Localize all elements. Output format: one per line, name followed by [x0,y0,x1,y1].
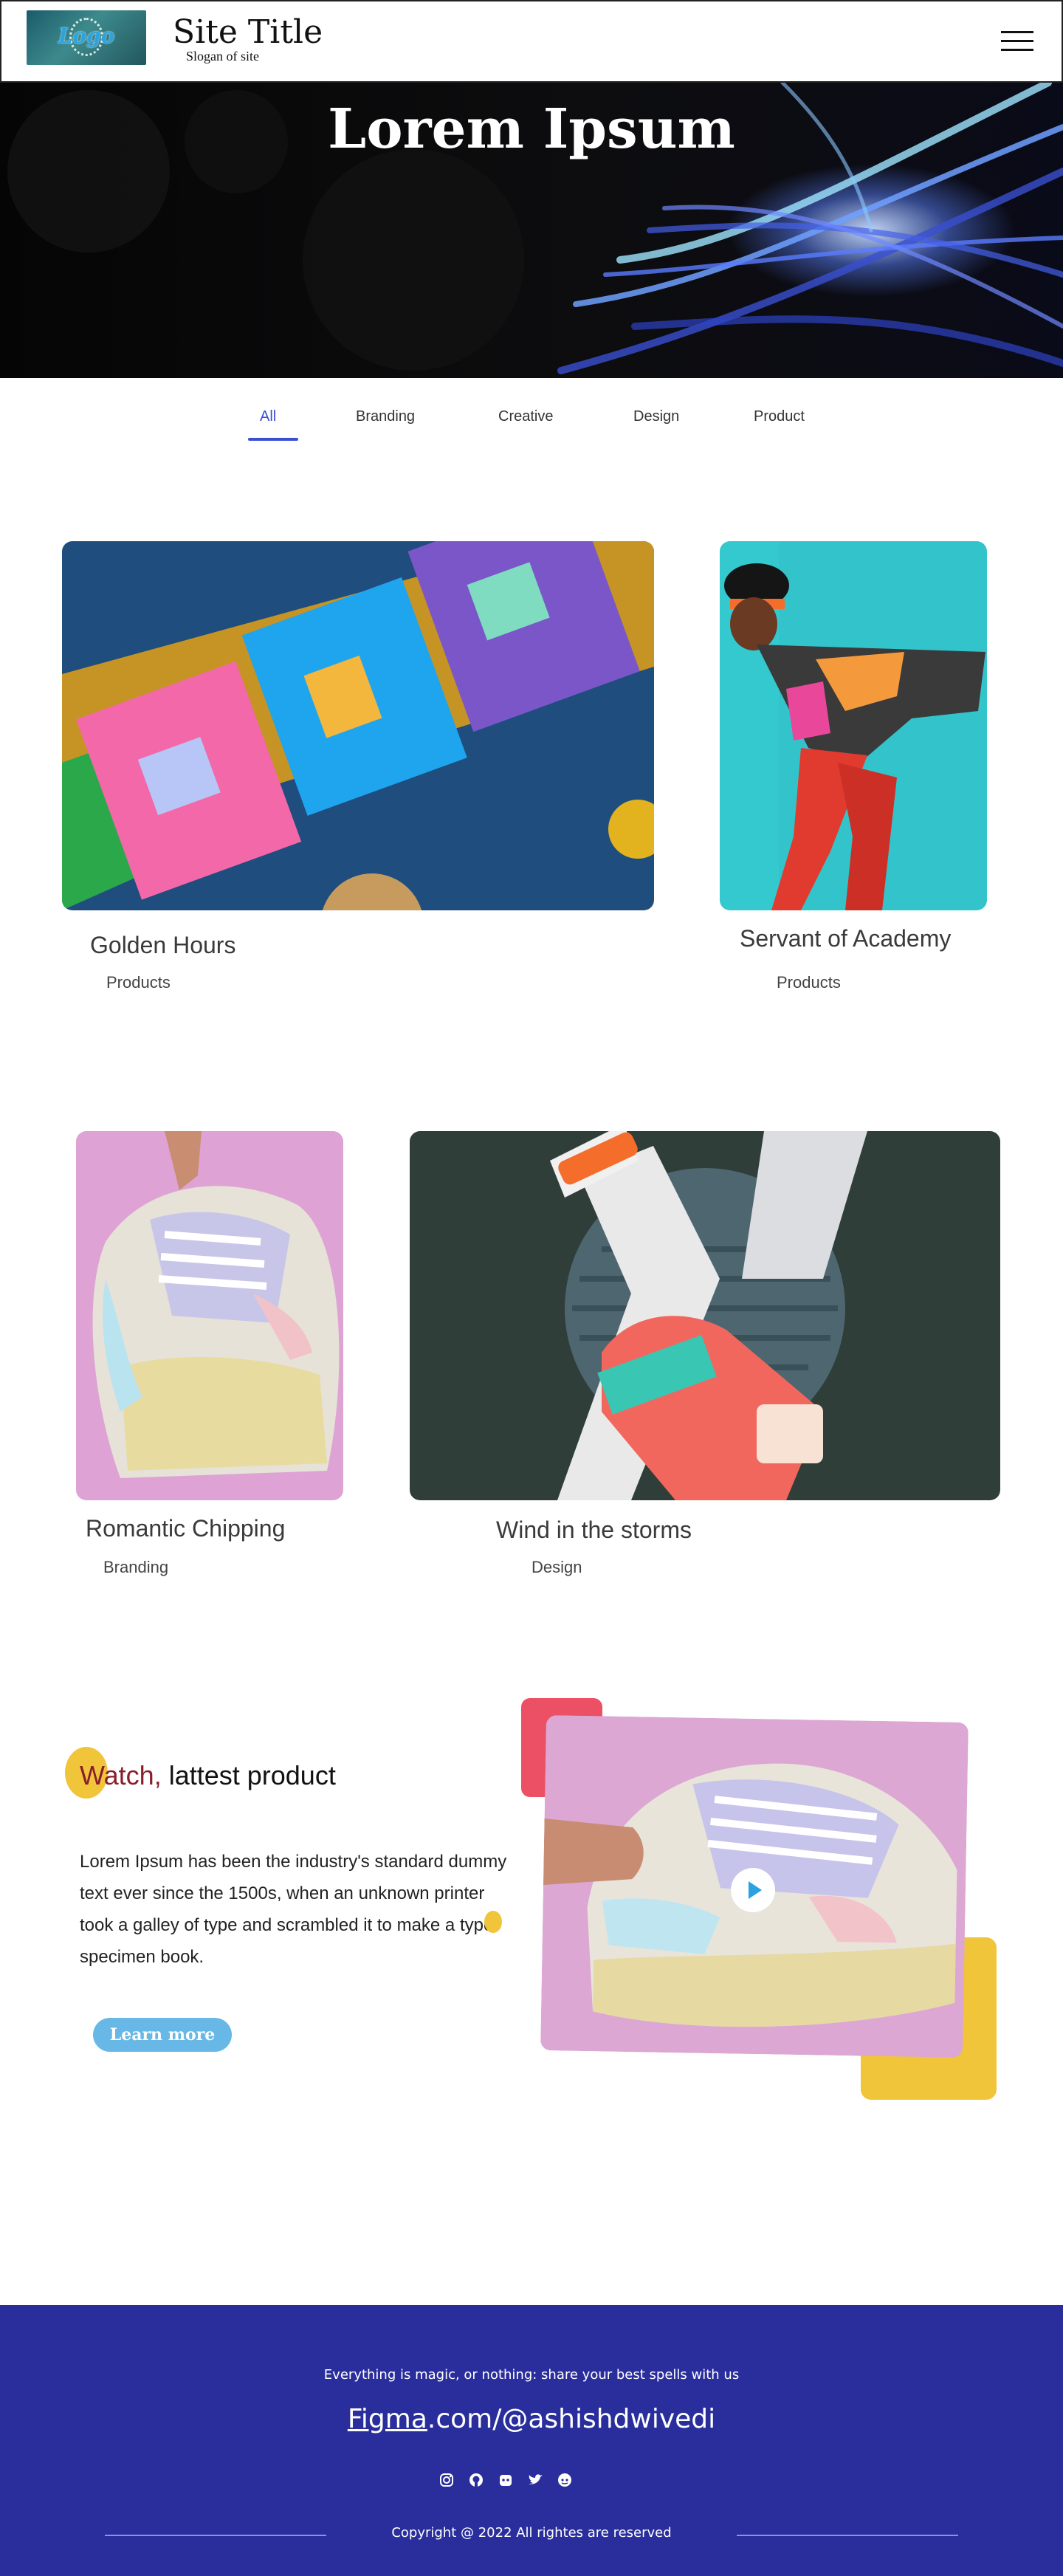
watch-title: Watch, lattest product [80,1760,336,1791]
twitter-icon[interactable] [526,2470,545,2490]
card-category: Products [777,973,841,992]
footer-link-rest[interactable]: .com/@ashishdwivedi [427,2404,715,2434]
discord-icon[interactable] [496,2470,515,2490]
card-image-servant-of-academy[interactable] [720,541,987,910]
tab-branding[interactable]: Branding [356,408,415,425]
instagram-icon[interactable] [437,2470,456,2490]
hero-kicker: Portfolio [390,27,673,56]
tab-creative[interactable]: Creative [498,408,553,425]
decorative-small-dot [484,1911,502,1933]
tab-product[interactable]: Product [754,408,805,425]
card-title-servant-of-academy[interactable]: Servant of Academy [740,925,951,952]
card-title-romantic-chipping[interactable]: Romantic Chipping [86,1515,285,1542]
sneaker-photo [76,1131,343,1500]
watch-title-rest: lattest product [161,1760,336,1790]
footer-figma-link[interactable]: Figma.com/@ashishdwivedi [0,2404,1063,2434]
boxes-illustration [62,541,654,910]
dancer-photo [720,541,987,910]
reddit-icon[interactable] [555,2470,574,2490]
card-category: Branding [103,1558,169,1576]
footer-link-main[interactable]: Figma [348,2404,427,2434]
card-category: Products [106,973,171,992]
watch-description: Lorem Ipsum has been the industry's stan… [80,1852,507,1967]
hero-title: Lorem Ipsum [328,97,735,161]
active-tab-underline [248,438,298,441]
card-title-golden-hours[interactable]: Golden Hours [90,932,235,959]
github-icon[interactable] [467,2470,486,2490]
footer-copyright: Copyright @ 2022 All rightes are reserve… [391,2525,672,2541]
card-image-golden-hours[interactable] [62,541,654,910]
footer-tagline: Everything is magic, or nothing: share y… [323,2367,740,2383]
card-image-romantic-chipping[interactable] [76,1131,343,1500]
card-title-wind-in-the-storms[interactable]: Wind in the storms [496,1517,692,1544]
watch-title-accent: Watch, [80,1760,162,1790]
play-icon[interactable] [731,1868,775,1912]
card-category: Design [532,1558,582,1576]
hairdryer-photo [410,1131,1000,1500]
card-image-wind-in-the-storms[interactable] [410,1131,1000,1500]
tab-design[interactable]: Design [633,408,679,425]
learn-more-button[interactable]: Learn more [93,2018,232,2052]
tab-all[interactable]: All [260,408,276,425]
